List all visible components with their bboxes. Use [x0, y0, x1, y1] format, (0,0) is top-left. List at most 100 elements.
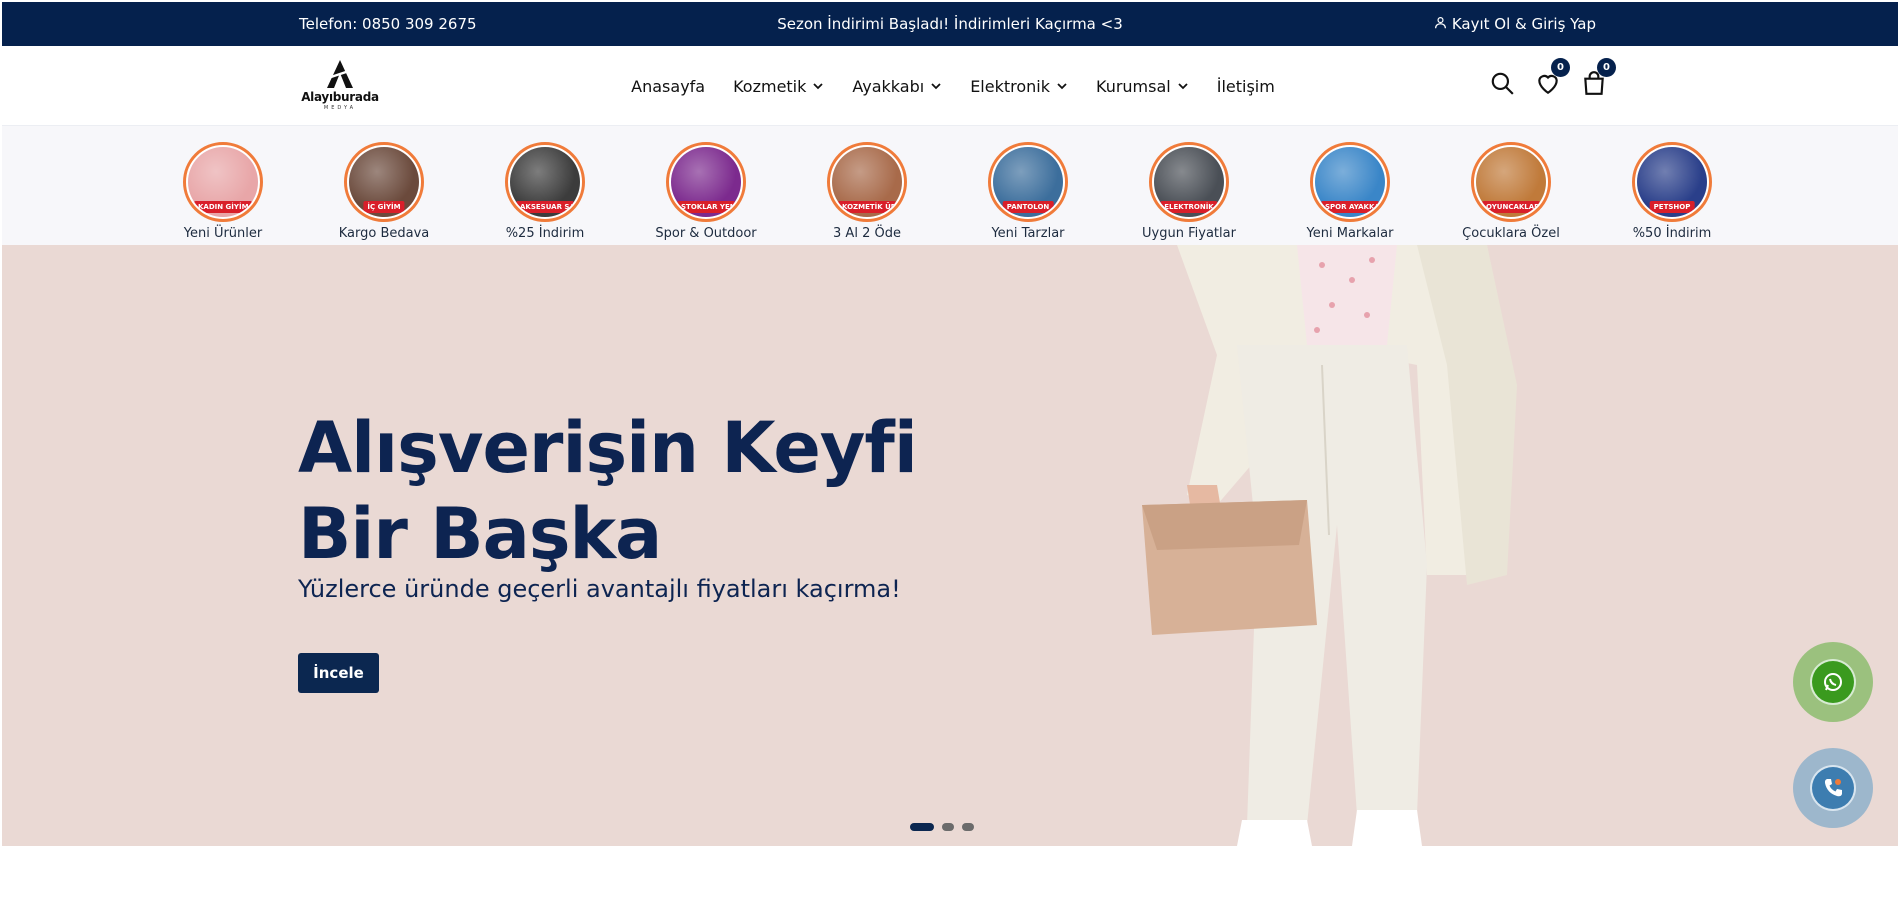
wishlist-count-badge: 0: [1551, 58, 1570, 77]
story-caption: 3 Al 2 Öde: [833, 226, 901, 241]
nav-item-label: Kozmetik: [733, 76, 807, 96]
user-icon: [1434, 15, 1447, 33]
story-item[interactable]: İÇ GİYİM Kargo Bedava: [319, 142, 449, 241]
story-ring: ELEKTRONİK: [1149, 142, 1229, 222]
hero-model-image: [1067, 245, 1707, 846]
story-image: OYUNCAKLAR: [1476, 147, 1546, 217]
login-register-label: Kayıt Ol & Giriş Yap: [1451, 15, 1596, 33]
top-bar: Telefon: 0850 309 2675 Sezon İndirimi Ba…: [2, 2, 1898, 46]
story-image: PETSHOP: [1637, 147, 1707, 217]
category-stories: KADIN GİYİM Yeni Ürünler İÇ GİYİM Kargo Bed…: [2, 126, 1898, 245]
logo-subtitle: MEDYA: [323, 105, 357, 111]
story-item[interactable]: ELEKTRONİK Uygun Fiyatlar: [1124, 142, 1254, 241]
story-ring: PETSHOP: [1632, 142, 1712, 222]
story-ring: PANTOLON: [988, 142, 1068, 222]
story-tag: KADIN GİYİM: [194, 201, 252, 213]
story-ring: OYUNCAKLAR: [1471, 142, 1551, 222]
story-tag: ELEKTRONİK: [1160, 201, 1218, 213]
nav-item-2[interactable]: Ayakkabı: [852, 73, 942, 100]
nav-item-5[interactable]: İletişim: [1217, 73, 1275, 100]
story-item[interactable]: PETSHOP %50 İndirim: [1607, 142, 1737, 241]
story-image: PANTOLON: [993, 147, 1063, 217]
logo-mark-icon: [327, 60, 353, 88]
hero-cta-button[interactable]: İncele: [298, 653, 379, 693]
nav-item-label: Anasayfa: [631, 76, 706, 96]
search-icon: [1491, 72, 1514, 95]
story-item[interactable]: AKSESUAR SAAT %25 İndirim: [480, 142, 610, 241]
chevron-down-icon: [1178, 83, 1188, 90]
story-tag: PETSHOP: [1649, 201, 1695, 213]
story-ring: SPOR AYAKKABI: [1310, 142, 1390, 222]
story-caption: Çocuklara Özel: [1462, 226, 1560, 241]
whatsapp-button[interactable]: [1793, 642, 1873, 722]
story-item[interactable]: PANTOLON Yeni Tarzlar: [963, 142, 1093, 241]
story-ring: STOKLAR YENİLENDİ: [666, 142, 746, 222]
story-image: İÇ GİYİM: [349, 147, 419, 217]
login-register-link[interactable]: Kayıt Ol & Giriş Yap: [1434, 15, 1596, 33]
story-caption: Yeni Tarzlar: [991, 226, 1065, 241]
chevron-down-icon: [1057, 83, 1067, 90]
story-tag: STOKLAR YENİLENDİ: [677, 201, 735, 213]
cart-button[interactable]: 0: [1581, 58, 1616, 96]
story-item[interactable]: STOKLAR YENİLENDİ Spor & Outdoor: [641, 142, 771, 241]
hero-title-line-1: Alışverişin Keyfi: [298, 407, 918, 489]
hero-subtitle: Yüzlerce üründe geçerli avantajlı fiyatl…: [298, 575, 901, 603]
story-caption: Spor & Outdoor: [655, 226, 757, 241]
site-logo[interactable]: Alayıburada MEDYA: [298, 59, 382, 113]
search-button[interactable]: [1489, 70, 1515, 96]
nav-item-label: Elektronik: [970, 76, 1050, 96]
story-ring: İÇ GİYİM: [344, 142, 424, 222]
story-tag: AKSESUAR SAAT: [516, 201, 574, 213]
page-frame: Telefon: 0850 309 2675 Sezon İndirimi Ba…: [2, 2, 1898, 846]
story-image: STOKLAR YENİLENDİ: [671, 147, 741, 217]
nav-item-3[interactable]: Elektronik: [970, 73, 1068, 100]
nav-item-label: Kurumsal: [1096, 76, 1171, 96]
story-item[interactable]: OYUNCAKLAR Çocuklara Özel: [1446, 142, 1576, 241]
phone-icon: [1824, 779, 1842, 797]
wishlist-button[interactable]: 0: [1535, 58, 1570, 96]
call-button-inner: [1810, 765, 1856, 811]
slider-dot-1[interactable]: [910, 823, 934, 831]
story-caption: %50 İndirim: [1632, 226, 1712, 241]
hero-slider: Alışverişin Keyfi Bir Başka Yüzlerce ürü…: [2, 245, 1898, 846]
whatsapp-icon: [1824, 673, 1842, 691]
call-button[interactable]: [1793, 748, 1873, 828]
story-item[interactable]: KADIN GİYİM Yeni Ürünler: [158, 142, 288, 241]
nav-item-4[interactable]: Kurumsal: [1096, 73, 1189, 100]
slider-dot-3[interactable]: [962, 823, 974, 831]
nav-item-label: Ayakkabı: [852, 76, 925, 96]
slider-dot-2[interactable]: [942, 823, 954, 831]
slider-dots: [910, 823, 974, 831]
chevron-down-icon: [931, 83, 941, 90]
story-image: KADIN GİYİM: [188, 147, 258, 217]
promo-text: Sezon İndirimi Başladı! İndirimleri Kaçı…: [777, 15, 1123, 33]
nav-item-1[interactable]: Kozmetik: [733, 73, 824, 100]
story-item[interactable]: SPOR AYAKKABI Yeni Markalar: [1285, 142, 1415, 241]
story-image: AKSESUAR SAAT: [510, 147, 580, 217]
story-caption: Kargo Bedava: [338, 226, 430, 241]
story-caption: Yeni Ürünler: [183, 226, 263, 241]
story-image: ELEKTRONİK: [1154, 147, 1224, 217]
story-image: SPOR AYAKKABI: [1315, 147, 1385, 217]
story-ring: AKSESUAR SAAT: [505, 142, 585, 222]
nav-item-0[interactable]: Anasayfa: [631, 73, 705, 100]
logo-name: Alayıburada: [301, 90, 379, 104]
story-ring: KOZMETİK ÜRÜNLER: [827, 142, 907, 222]
story-caption: %25 İndirim: [505, 226, 585, 241]
story-ring: KADIN GİYİM: [183, 142, 263, 222]
nav-item-label: İletişim: [1216, 76, 1275, 96]
story-caption: Yeni Markalar: [1306, 226, 1394, 241]
main-nav: Anasayfa Kozmetik Ayakkabı Elektronik Kurums…: [2, 46, 1898, 126]
hero-title: Alışverişin Keyfi Bir Başka: [298, 405, 918, 577]
story-image: KOZMETİK ÜRÜNLER: [832, 147, 902, 217]
story-tag: İÇ GİYİM: [363, 201, 405, 213]
story-tag: KOZMETİK ÜRÜNLER: [838, 201, 896, 213]
hero-title-line-2: Bir Başka: [298, 493, 662, 575]
story-tag: PANTOLON: [1002, 201, 1054, 213]
story-item[interactable]: KOZMETİK ÜRÜNLER 3 Al 2 Öde: [802, 142, 932, 241]
chevron-down-icon: [813, 83, 824, 90]
header-icons: 0 0: [1489, 58, 1616, 96]
whatsapp-button-inner: [1810, 659, 1856, 705]
story-tag: SPOR AYAKKABI: [1321, 201, 1379, 213]
cart-count-badge: 0: [1597, 58, 1616, 77]
